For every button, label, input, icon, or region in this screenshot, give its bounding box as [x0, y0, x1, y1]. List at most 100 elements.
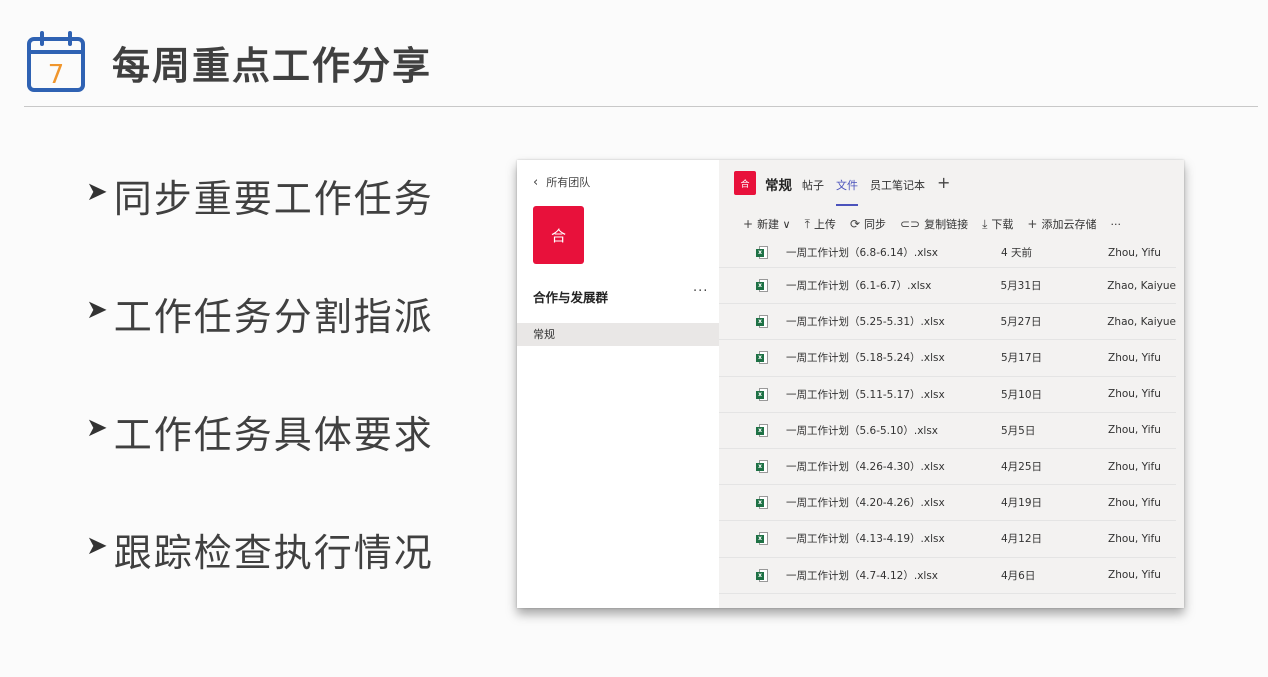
channel-header: 合 常规 帖子 文件 员工笔记本 +: [719, 160, 1184, 208]
file-author: Zhou, Yifu: [1108, 388, 1161, 401]
file-author: Zhou, Yifu: [1108, 496, 1161, 509]
sync-label: 同步: [864, 218, 886, 231]
more-icon: ···: [1110, 217, 1121, 231]
excel-file-icon: x: [756, 246, 768, 259]
file-author: Zhao, Kaiyue: [1107, 315, 1176, 328]
bullet-text: 同步重要工作任务: [113, 177, 434, 221]
file-name[interactable]: 一周工作计划（4.13-4.19）.xlsx: [786, 531, 1001, 546]
file-row[interactable]: x 一周工作计划（5.18-5.24）.xlsx 5月17日 Zhou, Yifu: [719, 340, 1176, 377]
add-tab-icon[interactable]: +: [937, 173, 950, 203]
excel-file-icon: x: [756, 351, 768, 365]
arrow-icon: ➤: [86, 177, 108, 207]
chevron-left-icon: ‹: [533, 174, 539, 190]
file-row[interactable]: x 一周工作计划（4.20-4.26）.xlsx 4月19日 Zhou, Yifu: [719, 485, 1176, 522]
sync-icon: ⟳: [849, 217, 860, 231]
file-name[interactable]: 一周工作计划（6.8-6.14）.xlsx: [786, 245, 1001, 260]
file-row[interactable]: x 一周工作计划（4.13-4.19）.xlsx 4月12日 Zhou, Yifu: [719, 521, 1176, 558]
file-name[interactable]: 一周工作计划（6.1-6.7）.xlsx: [786, 278, 1001, 293]
bullet-text: 跟踪检查执行情况: [113, 531, 434, 575]
team-name: 合作与发展群: [533, 290, 609, 305]
team-avatar: 合: [533, 206, 584, 264]
arrow-icon: ➤: [86, 413, 108, 443]
file-row[interactable]: x 一周工作计划（5.6-5.10）.xlsx 5月5日 Zhou, Yifu: [719, 413, 1176, 449]
upload-icon: ⤒: [804, 216, 810, 231]
bullet-item: ➤ 同步重要工作任务: [86, 168, 434, 286]
copy-link-button[interactable]: ⊂⊃ 复制链接: [900, 216, 968, 232]
excel-file-icon: x: [756, 532, 768, 546]
file-modified: 4 天前: [1001, 247, 1033, 259]
file-author: Zhou, Yifu: [1108, 460, 1161, 473]
file-modified: 5月31日: [1000, 280, 1042, 293]
file-name[interactable]: 一周工作计划（4.26-4.30）.xlsx: [786, 459, 1001, 474]
bullet-text: 工作任务分割指派: [113, 295, 434, 339]
channel-item-general[interactable]: 常规: [517, 323, 719, 346]
channel-name: 常规: [765, 178, 792, 194]
file-name[interactable]: 一周工作计划（4.7-4.12）.xlsx: [786, 568, 1001, 583]
bullet-item: ➤ 工作任务分割指派: [86, 286, 434, 404]
bullet-item: ➤ 跟踪检查执行情况: [86, 522, 434, 640]
excel-file-icon: x: [756, 496, 768, 510]
files-toolbar: + 新建 ∨ ⤒ 上传 ⟳ 同步 ⊂⊃ 复制链接 ⤓ 下载 + 添加云存储 ···: [719, 212, 1184, 236]
arrow-icon: ➤: [86, 531, 108, 561]
file-author: Zhou, Yifu: [1108, 351, 1161, 364]
file-author: Zhou, Yifu: [1108, 532, 1161, 545]
team-pane: ‹ 所有团队 合 合作与发展群 ··· 常规: [517, 160, 719, 608]
file-name[interactable]: 一周工作计划（5.18-5.24）.xlsx: [786, 350, 1001, 365]
sync-button[interactable]: ⟳ 同步: [850, 216, 886, 232]
channel-tabs: 帖子 文件 员工笔记本 +: [802, 173, 962, 207]
download-label: 下载: [991, 218, 1014, 231]
excel-file-icon: x: [756, 568, 768, 582]
plus-icon: +: [743, 217, 754, 231]
calendar-icon: 7: [26, 30, 86, 94]
download-icon: ⤓: [982, 216, 988, 231]
more-actions-button[interactable]: ···: [1110, 218, 1121, 231]
new-button[interactable]: + 新建 ∨: [743, 216, 791, 232]
file-row[interactable]: x 一周工作计划（6.1-6.7）.xlsx 5月31日 Zhao, Kaiyue: [719, 268, 1176, 305]
file-modified: 5月10日: [1001, 388, 1043, 401]
file-row[interactable]: x 一周工作计划（5.11-5.17）.xlsx 5月10日 Zhou, Yifu: [719, 377, 1176, 413]
file-list: x 一周工作计划（6.8-6.14）.xlsx 4 天前 Zhou, Yifu x 一周工…: [719, 238, 1176, 594]
file-name[interactable]: 一周工作计划（4.20-4.26）.xlsx: [786, 495, 1001, 510]
file-row[interactable]: x 一周工作计划（5.25-5.31）.xlsx 5月27日 Zhao, Kaiyue: [719, 304, 1176, 341]
upload-button[interactable]: ⤒ 上传: [805, 216, 836, 232]
tab-posts[interactable]: 帖子: [802, 177, 824, 207]
file-modified: 4月6日: [1001, 569, 1036, 582]
download-button[interactable]: ⤓ 下载: [982, 216, 1013, 232]
channel-avatar: 合: [734, 171, 756, 195]
more-options-icon[interactable]: ···: [693, 284, 708, 299]
excel-file-icon: x: [756, 279, 768, 293]
bullet-text: 工作任务具体要求: [113, 413, 434, 457]
file-author: Zhou, Yifu: [1108, 569, 1161, 582]
file-modified: 4月19日: [1001, 497, 1043, 510]
tab-notebook[interactable]: 员工笔记本: [870, 177, 925, 207]
page-title: 每周重点工作分享: [112, 43, 433, 88]
plus-icon: +: [1027, 217, 1038, 231]
add-cloud-storage-button[interactable]: + 添加云存储: [1027, 216, 1096, 232]
file-author: Zhou, Yifu: [1108, 246, 1161, 259]
header-divider: [24, 106, 1258, 107]
file-modified: 5月27日: [1000, 316, 1042, 329]
excel-file-icon: x: [756, 460, 768, 474]
arrow-icon: ➤: [86, 295, 108, 325]
excel-file-icon: x: [756, 423, 768, 437]
file-name[interactable]: 一周工作计划（5.25-5.31）.xlsx: [786, 314, 1001, 329]
tab-files[interactable]: 文件: [836, 177, 858, 207]
add-cloud-storage-label: 添加云存储: [1041, 218, 1097, 231]
teams-screenshot: ‹ 所有团队 合 合作与发展群 ··· 常规 合 常规 帖子 文件 员工笔记本 …: [517, 160, 1184, 608]
copy-link-label: 复制链接: [924, 218, 969, 231]
svg-text:7: 7: [48, 60, 65, 90]
file-row[interactable]: x 一周工作计划（4.26-4.30）.xlsx 4月25日 Zhou, Yifu: [719, 449, 1176, 486]
file-modified: 4月12日: [1001, 533, 1043, 546]
slide-header: 7 每周重点工作分享: [26, 30, 432, 94]
file-author: Zhao, Kaiyue: [1107, 279, 1176, 292]
file-modified: 4月25日: [1001, 461, 1043, 474]
file-name[interactable]: 一周工作计划（5.11-5.17）.xlsx: [786, 387, 1001, 402]
file-row[interactable]: x 一周工作计划（6.8-6.14）.xlsx 4 天前 Zhou, Yifu: [719, 238, 1176, 268]
file-row[interactable]: x 一周工作计划（4.7-4.12）.xlsx 4月6日 Zhou, Yifu: [719, 558, 1176, 594]
all-teams-link[interactable]: ‹ 所有团队: [533, 174, 590, 190]
file-modified: 5月5日: [1001, 424, 1036, 437]
excel-file-icon: x: [756, 387, 768, 401]
upload-label: 上传: [813, 218, 836, 231]
new-label: 新建 ∨: [757, 218, 791, 231]
file-name[interactable]: 一周工作计划（5.6-5.10）.xlsx: [786, 423, 1001, 438]
